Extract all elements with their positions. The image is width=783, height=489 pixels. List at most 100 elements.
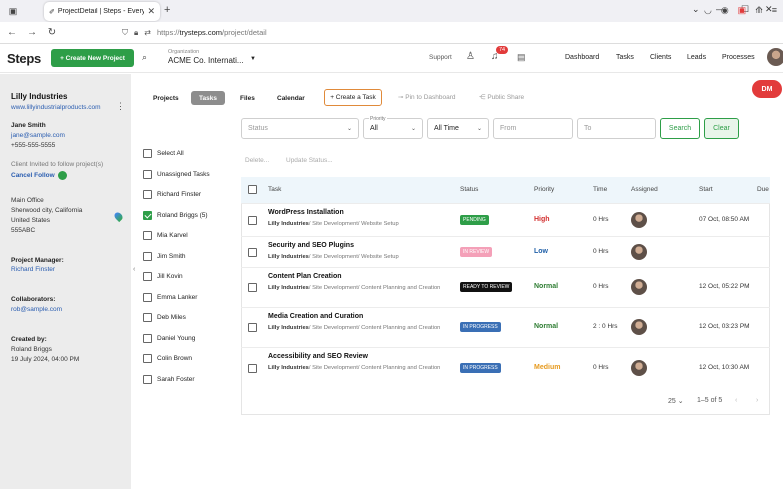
assignee-checkbox[interactable] bbox=[143, 149, 152, 158]
assignee-checkbox[interactable] bbox=[143, 169, 152, 179]
create-task-button[interactable]: + Create a Task bbox=[324, 89, 382, 106]
col-status[interactable]: Status bbox=[460, 186, 478, 193]
org-selector[interactable]: ACME Co. Internati... bbox=[168, 56, 244, 65]
assignee-filter-item[interactable]: Roland Briggs (5) bbox=[143, 210, 208, 220]
create-project-button[interactable]: + Create New Project bbox=[51, 49, 134, 67]
col-time[interactable]: Time bbox=[593, 186, 607, 193]
row-checkbox[interactable] bbox=[248, 323, 257, 332]
tab-overview-icon[interactable]: ▣ bbox=[0, 0, 26, 22]
task-title-link[interactable]: WordPress Installation bbox=[268, 209, 344, 216]
status-badge[interactable]: READY TO REVIEW bbox=[460, 282, 513, 292]
assignee-filter-item[interactable]: Richard Finster bbox=[143, 190, 201, 199]
assignee-checkbox[interactable] bbox=[143, 374, 152, 384]
select-all-rows-checkbox[interactable] bbox=[248, 185, 257, 194]
menu-icon[interactable]: ≡ bbox=[772, 5, 777, 16]
nav-processes[interactable]: Processes bbox=[722, 54, 755, 61]
assignee-filter-item[interactable]: Colin Brown bbox=[143, 354, 192, 363]
tab-projects[interactable]: Projects bbox=[145, 91, 187, 105]
task-title-link[interactable]: Media Creation and Curation bbox=[268, 313, 363, 320]
status-select[interactable]: Status ⌄ bbox=[241, 118, 359, 139]
assignee-checkbox[interactable] bbox=[143, 354, 152, 363]
new-tab-icon[interactable]: + bbox=[164, 4, 170, 16]
calendar-icon[interactable]: ▤ bbox=[517, 52, 526, 63]
tab-tasks[interactable]: Tasks bbox=[191, 91, 225, 105]
assignee-filter-item[interactable]: Jill Kovin bbox=[143, 272, 183, 281]
rows-per-page-select[interactable]: 25 ⌄ bbox=[668, 397, 684, 405]
nav-tasks[interactable]: Tasks bbox=[616, 54, 634, 61]
pocket-icon[interactable]: ◡ bbox=[704, 5, 712, 16]
assignee-filter-item[interactable]: Select All bbox=[143, 149, 184, 158]
row-checkbox[interactable] bbox=[248, 247, 257, 257]
browser-tab[interactable]: ✐ ProjectDetail | Steps - Everythin ✕ bbox=[44, 2, 160, 21]
assignee-filter-item[interactable]: Sarah Foster bbox=[143, 374, 195, 384]
assignee-filter-item[interactable]: Jim Smith bbox=[143, 251, 186, 261]
assignee-filter-item[interactable]: Mia Karvel bbox=[143, 231, 188, 240]
assignee-avatar[interactable] bbox=[631, 279, 647, 295]
to-date-input[interactable]: To bbox=[577, 118, 656, 139]
assignee-filter-item[interactable]: Unassigned Tasks bbox=[143, 169, 210, 179]
back-icon[interactable]: ← bbox=[2, 27, 22, 38]
task-title-link[interactable]: Accessibility and SEO Review bbox=[268, 353, 368, 360]
col-due[interactable]: Due bbox=[757, 186, 769, 193]
tab-calendar[interactable]: Calendar bbox=[269, 91, 313, 105]
assignee-avatar[interactable] bbox=[631, 319, 647, 335]
pin-dashboard-button[interactable]: ⊸ Pin to Dashboard bbox=[398, 93, 456, 101]
next-page-icon[interactable]: › bbox=[756, 397, 758, 404]
url-text[interactable]: https://trysteps.com/project/detail bbox=[157, 28, 267, 37]
reload-icon[interactable]: ↻ bbox=[42, 27, 62, 38]
assignee-checkbox[interactable] bbox=[143, 292, 152, 302]
status-badge[interactable]: IN REVIEW bbox=[460, 246, 493, 257]
assignee-checkbox[interactable] bbox=[143, 333, 152, 343]
row-checkbox[interactable] bbox=[248, 283, 257, 292]
user-avatar[interactable] bbox=[767, 48, 783, 66]
search-icon[interactable]: ⌕ bbox=[142, 52, 147, 63]
assignee-filter-item[interactable]: Emma Lanker bbox=[143, 292, 197, 302]
assignee-checkbox[interactable] bbox=[143, 210, 152, 220]
col-task[interactable]: Task bbox=[268, 186, 281, 193]
assignee-filter-item[interactable]: Daniel Young bbox=[143, 333, 195, 343]
close-tab-icon[interactable]: ✕ bbox=[147, 6, 155, 17]
update-status-button[interactable]: Update Status... bbox=[286, 157, 333, 164]
extensions-icon[interactable]: ⟰ bbox=[755, 5, 763, 16]
nav-leads[interactable]: Leads bbox=[687, 54, 706, 61]
collapse-sidebar-icon[interactable]: ‹ bbox=[133, 266, 135, 273]
task-title-link[interactable]: Security and SEO Plugins bbox=[268, 242, 354, 249]
client-website-link[interactable]: www.lillyindustrialproducts.com bbox=[11, 104, 101, 111]
assignee-checkbox[interactable] bbox=[143, 231, 152, 240]
assignee-checkbox[interactable] bbox=[143, 251, 152, 261]
more-options-icon[interactable]: ⋮ bbox=[116, 101, 125, 112]
tab-files[interactable]: Files bbox=[232, 91, 263, 105]
task-title-link[interactable]: Content Plan Creation bbox=[268, 273, 342, 280]
from-date-input[interactable]: From bbox=[493, 118, 573, 139]
public-share-button[interactable]: ⋲ Public Share bbox=[479, 93, 524, 101]
status-badge[interactable]: IN PROGRESS bbox=[460, 322, 501, 332]
chevron-down-icon[interactable]: ⌄ bbox=[692, 4, 700, 15]
collaborator-email-link[interactable]: rob@sample.com bbox=[11, 306, 62, 313]
assignee-checkbox[interactable] bbox=[143, 190, 152, 199]
pm-name-link[interactable]: Richard Finster bbox=[11, 266, 55, 273]
support-link[interactable]: Support bbox=[429, 54, 452, 61]
nav-dashboard[interactable]: Dashboard bbox=[565, 54, 599, 61]
cancel-follow-link[interactable]: Cancel Follow bbox=[11, 172, 55, 179]
assignee-checkbox[interactable] bbox=[143, 313, 152, 322]
row-checkbox[interactable] bbox=[248, 215, 257, 225]
extension-badge-icon[interactable]: ▣ bbox=[738, 5, 747, 16]
clear-button[interactable]: Clear bbox=[704, 118, 739, 139]
assignee-avatar[interactable] bbox=[631, 243, 647, 260]
delete-button[interactable]: Delete... bbox=[245, 157, 269, 164]
user-icon[interactable]: ♙ bbox=[466, 51, 475, 62]
contact-email-link[interactable]: jane@sample.com bbox=[11, 132, 65, 139]
row-checkbox[interactable] bbox=[248, 364, 257, 373]
assignee-avatar[interactable] bbox=[631, 211, 647, 228]
account-icon[interactable]: ◉ bbox=[721, 5, 729, 16]
col-priority[interactable]: Priority bbox=[534, 186, 554, 193]
caret-down-icon[interactable]: ▼ bbox=[250, 56, 256, 62]
status-badge[interactable]: IN PROGRESS bbox=[460, 363, 501, 373]
chat-badge[interactable]: DM bbox=[752, 80, 782, 98]
col-assigned[interactable]: Assigned bbox=[631, 186, 658, 193]
search-button[interactable]: Search bbox=[660, 118, 700, 139]
col-start[interactable]: Start bbox=[699, 186, 713, 193]
assignee-filter-item[interactable]: Deb Miles bbox=[143, 313, 186, 322]
time-select[interactable]: All Time ⌄ bbox=[427, 118, 489, 139]
assignee-avatar[interactable] bbox=[631, 360, 647, 376]
